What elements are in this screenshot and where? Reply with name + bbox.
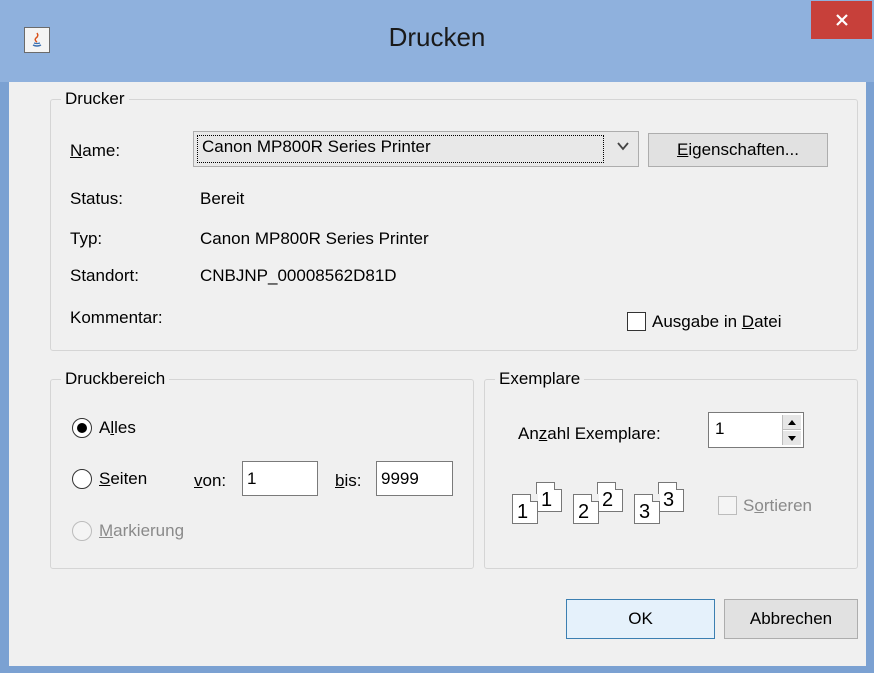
printer-name-label: Name: (70, 141, 121, 160)
all-label[interactable]: Alles (99, 418, 136, 438)
page-icon: 2 (573, 494, 599, 524)
properties-button[interactable]: Eigenschaften... (648, 133, 828, 167)
printer-name-value: Canon MP800R Series Printer (197, 135, 604, 163)
from-label: von: (194, 471, 227, 490)
status-value: Bereit (200, 189, 245, 208)
print-range-group-title: Druckbereich (61, 369, 170, 389)
collate-checkbox (718, 496, 737, 515)
type-label: Typ: (70, 229, 103, 248)
printer-name-combobox[interactable]: Canon MP800R Series Printer (193, 131, 639, 167)
print-dialog-window: Drucken Drucker Name: Canon MP800R Serie… (0, 0, 874, 673)
page-icon: 2 (597, 482, 623, 512)
triangle-up-icon (788, 419, 796, 425)
dialog-content: Drucker Name: Canon MP800R Series Printe… (9, 82, 866, 666)
triangle-down-icon (788, 435, 796, 441)
pages-radio[interactable] (72, 469, 92, 489)
selection-label: Markierung (99, 521, 185, 540)
cancel-button[interactable]: Abbrechen (724, 599, 858, 639)
page-icon: 1 (536, 482, 562, 512)
to-label: bis: (335, 471, 362, 490)
copies-group: Exemplare (484, 369, 858, 569)
status-label: Status: (70, 189, 123, 208)
title-bar[interactable]: Drucken (0, 0, 874, 82)
chevron-down-icon (617, 142, 629, 151)
page-icon: 3 (634, 494, 660, 524)
ok-button[interactable]: OK (566, 599, 715, 639)
pages-label[interactable]: Seiten (99, 469, 147, 489)
selection-radio (72, 521, 92, 541)
type-value: Canon MP800R Series Printer (200, 229, 429, 248)
copies-count-label: Anzahl Exemplare: (518, 424, 661, 443)
decrement-button[interactable] (783, 431, 801, 445)
location-value: CNBJNP_00008562D81D (200, 266, 397, 285)
close-button[interactable] (811, 1, 872, 39)
printer-group-title: Drucker (61, 89, 129, 109)
collate-pages-icon: 1 1 2 2 3 3 (512, 480, 694, 540)
print-to-file-label[interactable]: Ausgabe in Datei (652, 312, 782, 332)
collate-label: Sortieren (743, 496, 812, 515)
increment-button[interactable] (783, 415, 801, 430)
comment-label: Kommentar: (70, 308, 163, 327)
copies-spinner[interactable]: 1 (708, 412, 804, 448)
to-field[interactable] (376, 461, 453, 496)
page-icon: 3 (658, 482, 684, 512)
close-icon (835, 14, 848, 26)
all-radio[interactable] (72, 418, 92, 438)
location-label: Standort: (70, 266, 139, 285)
copies-group-title: Exemplare (495, 369, 585, 389)
copies-value: 1 (715, 419, 725, 438)
from-field[interactable] (242, 461, 318, 496)
print-to-file-checkbox[interactable] (627, 312, 646, 331)
window-title: Drucken (388, 22, 486, 52)
page-icon: 1 (512, 494, 538, 524)
